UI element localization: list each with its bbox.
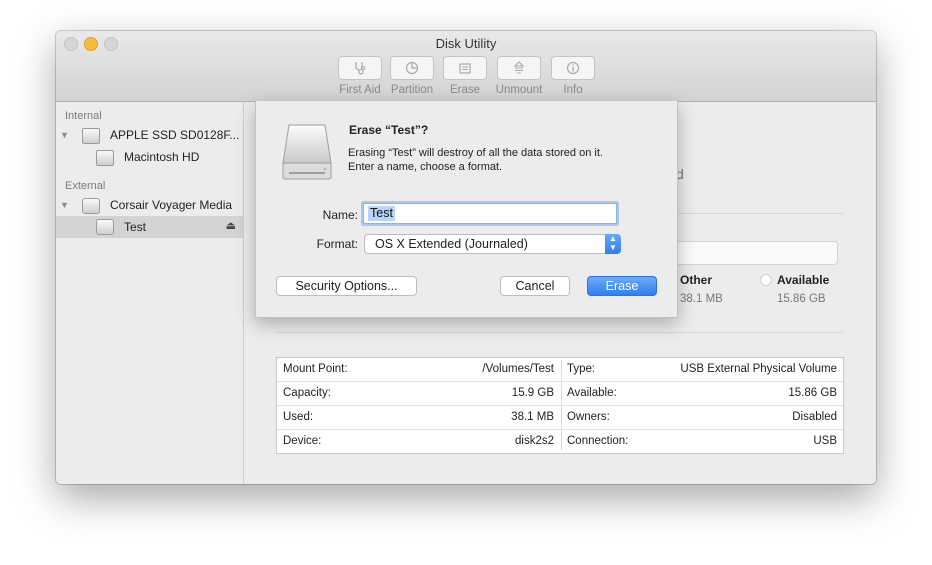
- sidebar-section-external: External: [65, 180, 106, 192]
- format-select-value: OS X Extended (Journaled): [375, 237, 528, 251]
- sidebar-section-internal: Internal: [65, 110, 102, 122]
- legend-available-label: Available: [777, 273, 830, 287]
- unmount-tool[interactable]: Unmount: [496, 56, 542, 96]
- external-volume-icon: [96, 219, 114, 235]
- unmount-button[interactable]: [497, 56, 541, 80]
- partition-button[interactable]: [390, 56, 434, 80]
- erase-confirm-button[interactable]: Erase: [587, 276, 657, 296]
- used-key: Used:: [283, 411, 314, 423]
- sidebar-item-apple-ssd[interactable]: ▼ APPLE SSD SD0128F...: [56, 124, 243, 146]
- external-drive-icon: [282, 124, 332, 180]
- type-key: Type:: [567, 363, 596, 375]
- dialog-message: Erasing “Test” will destroy of all the d…: [348, 146, 658, 174]
- name-field-value[interactable]: Test: [368, 206, 395, 221]
- used-value: 38.1 MB: [511, 411, 554, 423]
- partition-tool[interactable]: Partition: [390, 56, 434, 96]
- capacity-key: Capacity:: [283, 387, 331, 399]
- disclosure-triangle-icon[interactable]: ▼: [60, 130, 69, 140]
- sidebar-item-test[interactable]: Test ⏏: [56, 216, 243, 238]
- stethoscope-icon: [355, 62, 366, 75]
- owners-value: Disabled: [792, 411, 837, 423]
- volume-icon: [96, 150, 114, 166]
- sidebar-item-corsair[interactable]: ▼ Corsair Voyager Media: [56, 194, 243, 216]
- cancel-button[interactable]: Cancel: [500, 276, 570, 296]
- first-aid-tool[interactable]: First Aid: [338, 56, 382, 96]
- sidebar-item-label: Macintosh HD: [124, 150, 200, 164]
- external-disk-icon: [82, 198, 100, 214]
- dialog-message-line1: Erasing “Test” will destroy of all the d…: [348, 147, 603, 159]
- device-value: disk2s2: [515, 435, 554, 447]
- connection-key: Connection:: [567, 435, 629, 447]
- info-icon: [566, 61, 580, 75]
- chevron-up-down-icon[interactable]: ▲ ▼: [605, 234, 621, 254]
- sidebar-item-macintosh-hd[interactable]: Macintosh HD: [56, 146, 243, 168]
- type-value: USB External Physical Volume: [680, 363, 837, 375]
- dialog-message-line2: Enter a name, choose a format.: [348, 161, 503, 173]
- security-options-button[interactable]: Security Options...: [276, 276, 417, 296]
- table-row: Used: 38.1 MB Owners: Disabled: [277, 406, 843, 430]
- format-select[interactable]: OS X Extended (Journaled) ▲ ▼: [364, 234, 621, 254]
- first-aid-button[interactable]: [338, 56, 382, 80]
- connection-value: USB: [813, 435, 837, 447]
- erase-dialog: Erase “Test”? Erasing “Test” will destro…: [255, 101, 678, 318]
- erase-button[interactable]: [443, 56, 487, 80]
- info-label: Info: [563, 84, 583, 96]
- info-button[interactable]: [551, 56, 595, 80]
- volume-info-table: Mount Point: /Volumes/Test Type: USB Ext…: [276, 357, 844, 454]
- mount-point-key: Mount Point:: [283, 363, 348, 375]
- dialog-title: Erase “Test”?: [349, 123, 429, 137]
- available-dot-icon: [760, 274, 772, 286]
- unmount-icon: [513, 61, 525, 74]
- table-row: Mount Point: /Volumes/Test Type: USB Ext…: [277, 358, 843, 382]
- format-label: Format:: [316, 237, 358, 251]
- device-key: Device:: [283, 435, 322, 447]
- erase-tool[interactable]: Erase: [443, 56, 487, 96]
- available-key: Available:: [567, 387, 617, 399]
- divider: [276, 332, 843, 333]
- sidebar-item-label: Test: [124, 220, 147, 234]
- name-field[interactable]: Test: [363, 203, 617, 224]
- disclosure-triangle-icon[interactable]: ▼: [60, 200, 69, 210]
- eject-icon[interactable]: ⏏: [226, 219, 236, 232]
- sidebar: Internal ▼ APPLE SSD SD0128F... Macintos…: [56, 102, 244, 484]
- info-tool[interactable]: Info: [551, 56, 595, 96]
- sidebar-item-label: APPLE SSD SD0128F...: [110, 128, 240, 142]
- internal-disk-icon: [82, 128, 100, 144]
- legend-available-value: 15.86 GB: [777, 293, 826, 305]
- window-title: Disk Utility: [435, 36, 497, 51]
- table-row: Capacity: 15.9 GB Available: 15.86 GB: [277, 382, 843, 406]
- titlebar: Disk Utility First Aid Partition Erase U…: [56, 31, 876, 102]
- table-row: Device: disk2s2 Connection: USB: [277, 430, 843, 454]
- legend-other-value: 38.1 MB: [680, 293, 723, 305]
- eraser-icon: [459, 63, 471, 74]
- name-label: Name:: [322, 208, 358, 222]
- legend-other-label: Other: [680, 273, 713, 287]
- usage-bar: [676, 241, 838, 265]
- capacity-value: 15.9 GB: [511, 387, 554, 399]
- mount-point-value: /Volumes/Test: [482, 363, 554, 375]
- pie-icon: [405, 61, 419, 75]
- available-value: 15.86 GB: [788, 387, 837, 399]
- owners-key: Owners:: [567, 411, 610, 423]
- sidebar-item-label: Corsair Voyager Media: [110, 198, 233, 212]
